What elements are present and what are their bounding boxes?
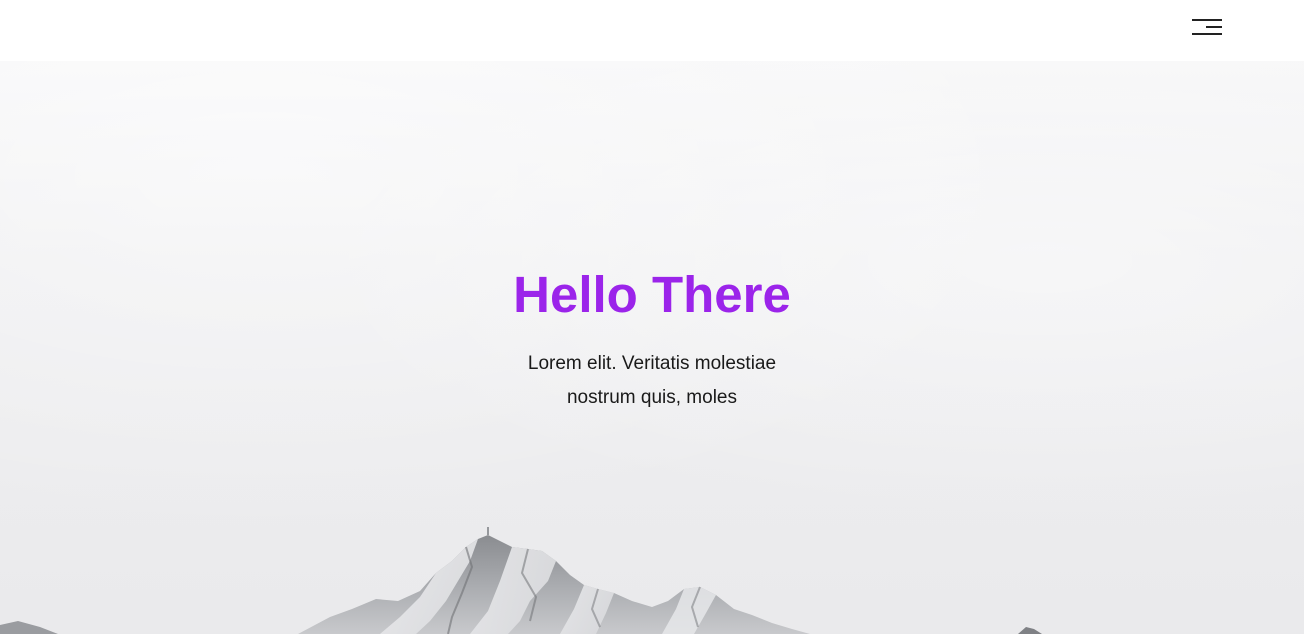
left-ridge: [0, 621, 58, 634]
hero-title: Hello There: [513, 266, 791, 323]
right-small-peak: [1018, 627, 1042, 634]
menu-line-top: [1192, 19, 1222, 21]
main-mountain-peak: [298, 535, 810, 634]
menu-line-middle: [1206, 26, 1222, 28]
hero-subtitle: Lorem elit. Veritatis molestiae nostrum …: [527, 353, 777, 408]
menu-line-bottom: [1192, 33, 1222, 35]
hamburger-menu-icon[interactable]: [1190, 17, 1224, 39]
hero-content: Hello There Lorem elit. Veritatis molest…: [0, 263, 1304, 415]
hero-section: Hello There Lorem elit. Veritatis molest…: [0, 61, 1304, 634]
top-navbar: [0, 0, 1304, 61]
